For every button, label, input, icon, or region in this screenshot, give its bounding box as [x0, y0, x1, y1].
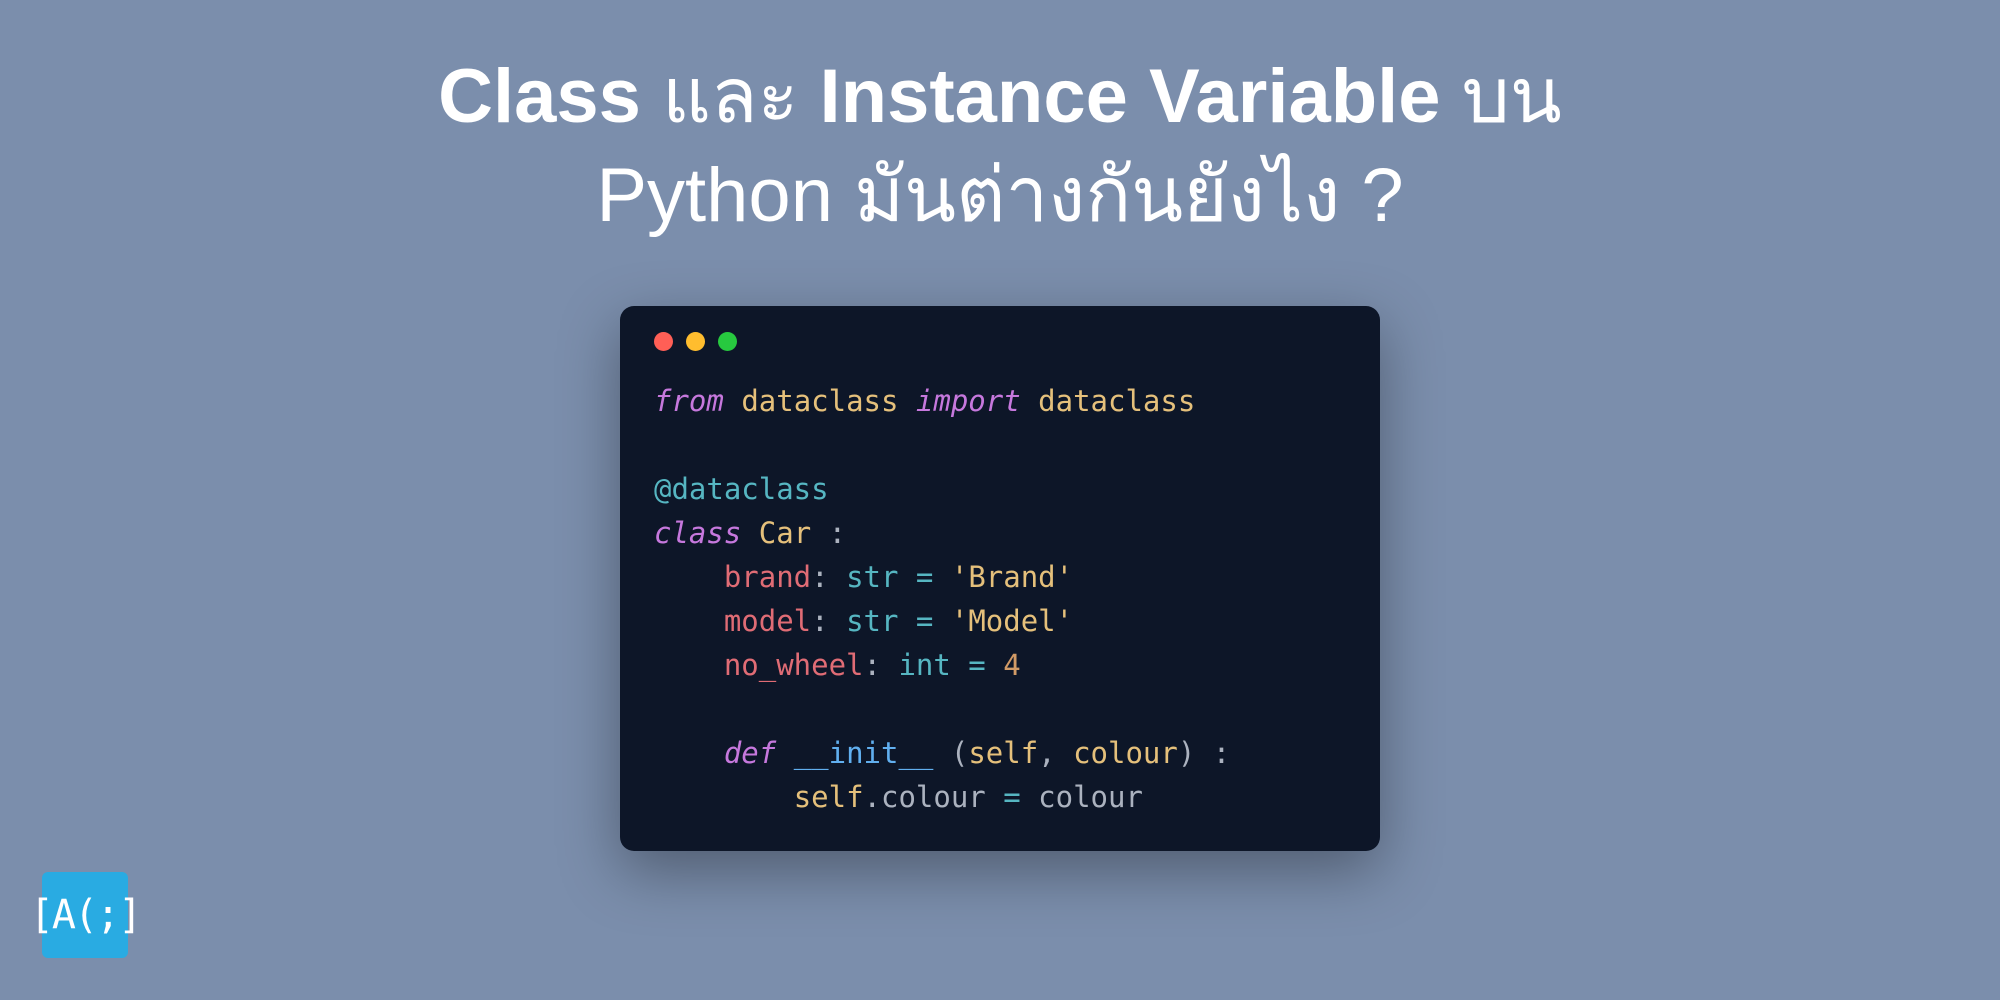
type-int: int	[898, 648, 950, 682]
equals: =	[898, 560, 950, 594]
param-colour: colour	[1073, 736, 1178, 770]
minimize-icon	[686, 332, 705, 351]
property-no-wheel: no_wheel	[724, 648, 864, 682]
paren-close: ) :	[1178, 736, 1230, 770]
keyword-class: class	[654, 516, 741, 550]
function-init: __init__	[794, 736, 934, 770]
number-4: 4	[1003, 648, 1020, 682]
paren-open: (	[933, 736, 968, 770]
string-model: 'Model'	[951, 604, 1073, 638]
class-name: Car	[759, 516, 811, 550]
self-ref: self	[794, 780, 864, 814]
keyword-import: import	[916, 384, 1021, 418]
maximize-icon	[718, 332, 737, 351]
dot: .	[864, 780, 881, 814]
title-text-2: และ	[641, 54, 820, 139]
indent	[654, 604, 724, 638]
indent	[654, 560, 724, 594]
page-container: Class และ Instance Variable บน Python มัน…	[0, 0, 2000, 1000]
title-line-2: Python มันต่างกันยังไง ?	[596, 153, 1403, 238]
attr-colour: colour	[881, 780, 986, 814]
equals: =	[898, 604, 950, 638]
indent	[654, 780, 794, 814]
logo-text: [A(;]	[30, 892, 140, 938]
val-colour: colour	[1038, 780, 1143, 814]
code-window: from dataclass import dataclass @datacla…	[620, 306, 1380, 852]
property-brand: brand	[724, 560, 811, 594]
window-traffic-lights	[654, 332, 1346, 351]
type-str: str	[846, 604, 898, 638]
colon: :	[864, 648, 899, 682]
brand-logo: [A(;]	[42, 872, 128, 958]
equals: =	[951, 648, 1003, 682]
property-model: model	[724, 604, 811, 638]
code-block: from dataclass import dataclass @datacla…	[654, 379, 1346, 820]
close-icon	[654, 332, 673, 351]
decorator: @dataclass	[654, 472, 829, 506]
title-bold-3: Instance Variable	[820, 54, 1441, 139]
title-bold-1: Class	[438, 54, 641, 139]
page-title: Class และ Instance Variable บน Python มัน…	[438, 48, 1562, 246]
indent	[654, 736, 724, 770]
equals: =	[986, 780, 1038, 814]
title-text-4: บน	[1441, 54, 1562, 139]
param-self: self	[968, 736, 1038, 770]
string-brand: 'Brand'	[951, 560, 1073, 594]
colon: :	[811, 516, 846, 550]
colon: :	[811, 560, 846, 594]
keyword-def: def	[724, 736, 776, 770]
type-str: str	[846, 560, 898, 594]
import-name: dataclass	[1038, 384, 1195, 418]
keyword-from: from	[654, 384, 724, 418]
module-name: dataclass	[741, 384, 898, 418]
comma: ,	[1038, 736, 1073, 770]
indent	[654, 648, 724, 682]
colon: :	[811, 604, 846, 638]
